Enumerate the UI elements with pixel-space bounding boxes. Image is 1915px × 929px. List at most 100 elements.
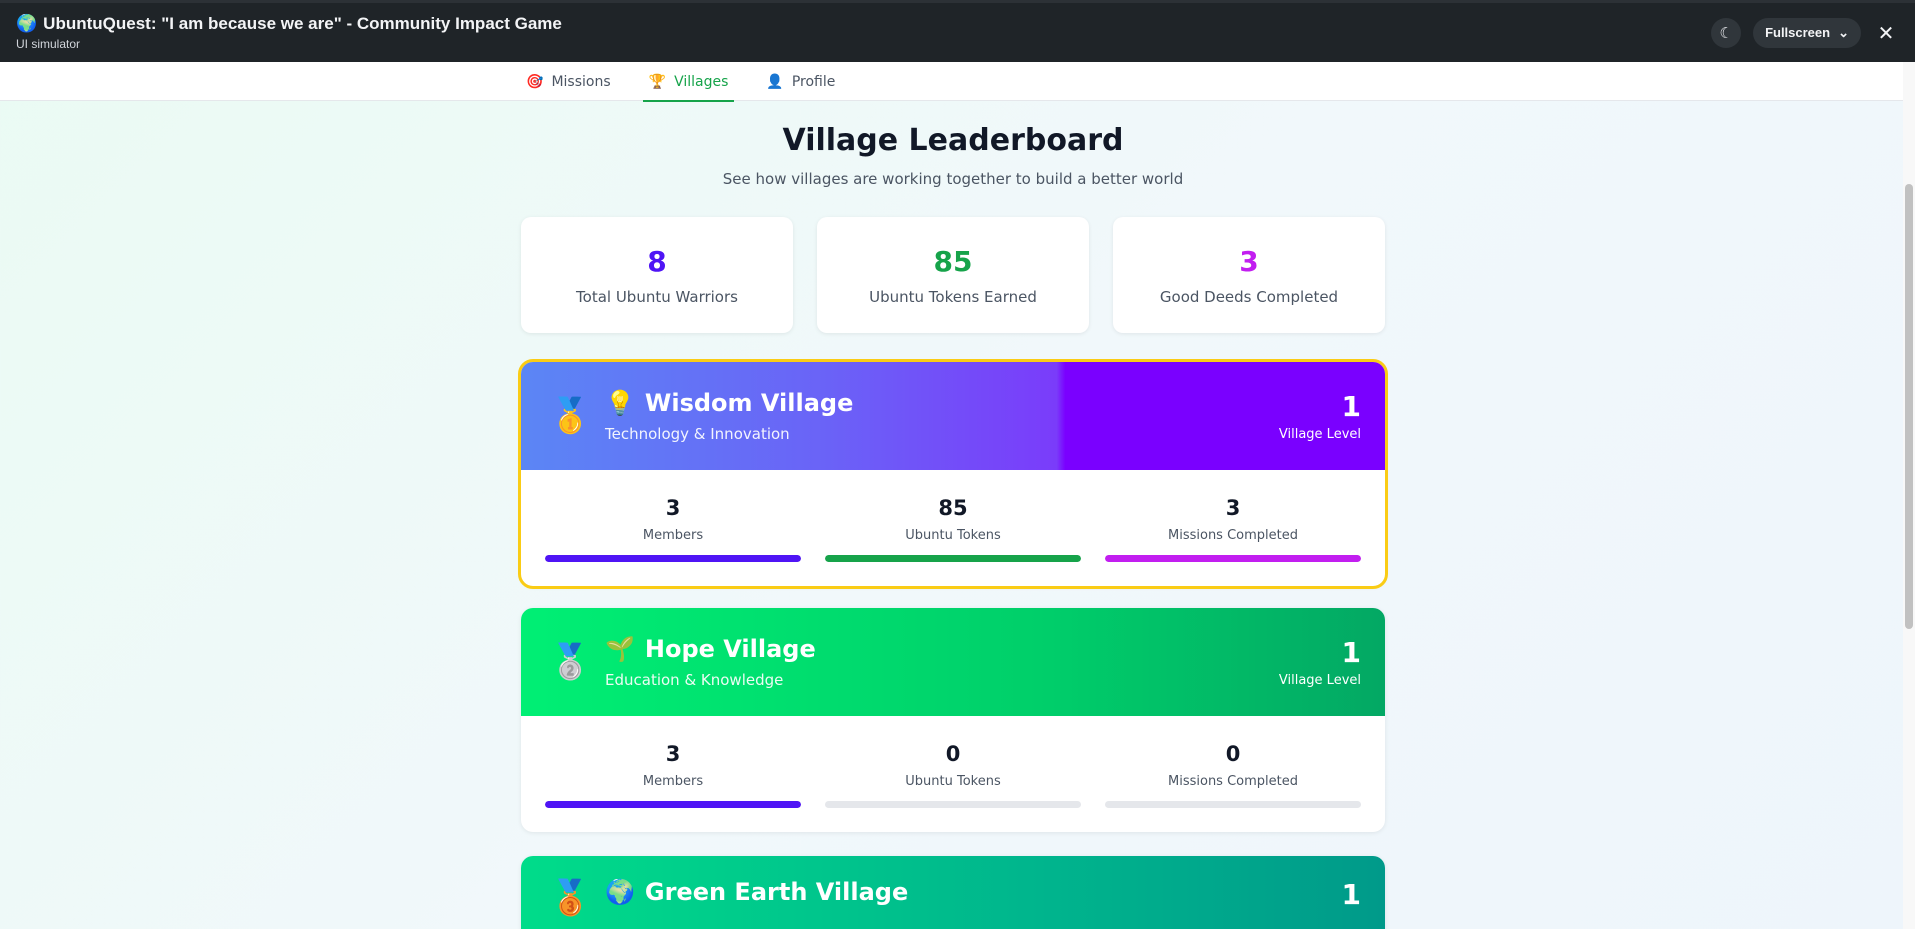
app-titles: 🌍 UbuntuQuest: "I am because we are" - C… (16, 14, 562, 51)
members-progress-fill (545, 555, 801, 562)
stat-label: Good Deeds Completed (1159, 287, 1339, 306)
village-name: Green Earth Village (644, 878, 909, 906)
village-members: 3 Members (545, 742, 801, 808)
village-info: 💡 Wisdom Village Technology & Innovation (605, 389, 853, 443)
missions-label: Missions Completed (1168, 774, 1298, 789)
seedling-icon: 🌱 (605, 635, 635, 663)
lightbulb-icon: 💡 (605, 389, 635, 417)
village-info: 🌱 Hope Village Education & Knowledge (605, 635, 816, 689)
tab-missions-label: Missions (551, 73, 611, 90)
village-name: Wisdom Village (644, 389, 854, 417)
members-label: Members (642, 774, 704, 789)
stat-label: Ubuntu Tokens Earned (869, 287, 1037, 306)
village-category: Technology & Innovation (605, 425, 790, 443)
tokens-value: 0 (945, 742, 961, 766)
village-stats: 3 Members 85 Ubuntu Tokens 3 Missions Co… (521, 470, 1385, 586)
tokens-progress-bar (825, 801, 1081, 808)
missions-value: 3 (1225, 496, 1241, 520)
village-card-hope[interactable]: 🥈 🌱 Hope Village Education & Knowledge 1… (521, 608, 1385, 832)
tab-profile[interactable]: 👤 Profile (760, 62, 841, 101)
village-level: 1 (1342, 878, 1361, 911)
target-icon: 🎯 (526, 73, 544, 90)
fullscreen-button[interactable]: Fullscreen ⌄ (1753, 17, 1861, 48)
nav-tabs: 🎯 Missions 🏆 Villages 👤 Profile (520, 62, 867, 102)
stat-value: 8 (647, 244, 667, 278)
theme-toggle-button[interactable]: ☾ (1711, 17, 1742, 48)
village-stats: 3 Members 0 Ubuntu Tokens 0 Missions Com… (521, 716, 1385, 832)
tokens-progress-bar (825, 555, 1081, 562)
missions-progress-bar (1105, 801, 1361, 808)
village-header: 🥇 💡 Wisdom Village Technology & Innovati… (521, 362, 1385, 470)
village-level-label: Village Level (1278, 427, 1361, 442)
tokens-label: Ubuntu Tokens (905, 528, 1001, 543)
village-header: 🥈 🌱 Hope Village Education & Knowledge 1… (521, 608, 1385, 716)
tab-villages-label: Villages (674, 73, 729, 90)
close-icon: ✕ (1877, 20, 1895, 45)
village-card-wisdom[interactable]: 🥇 💡 Wisdom Village Technology & Innovati… (518, 359, 1388, 589)
scrollbar-track[interactable] (1903, 62, 1915, 929)
village-tokens: 85 Ubuntu Tokens (825, 496, 1081, 562)
members-label: Members (642, 528, 704, 543)
members-value: 3 (665, 742, 681, 766)
missions-value: 0 (1225, 742, 1241, 766)
silver-medal-icon: 🥈 (549, 642, 592, 682)
tab-profile-label: Profile (791, 73, 836, 90)
trophy-icon: 🏆 (648, 73, 667, 90)
app-title: UbuntuQuest: "I am because we are" - Com… (43, 14, 562, 33)
moon-icon: ☾ (1719, 23, 1733, 42)
summary-stats: 8 Total Ubuntu Warriors 85 Ubuntu Tokens… (521, 217, 1385, 333)
stat-label: Total Ubuntu Warriors (576, 287, 738, 306)
app-bar: 🌍 UbuntuQuest: "I am because we are" - C… (0, 0, 1915, 62)
stat-value: 3 (1239, 244, 1259, 278)
village-name: Hope Village (644, 635, 816, 663)
village-name-row: 💡 Wisdom Village (605, 389, 853, 417)
village-tokens: 0 Ubuntu Tokens (825, 742, 1081, 808)
village-level: 1 Village Level (1279, 636, 1361, 688)
tab-villages[interactable]: 🏆 Villages (642, 62, 735, 102)
village-level-value: 1 (1341, 636, 1361, 669)
page-subtitle: See how villages are working together to… (722, 170, 1184, 188)
village-level-value: 1 (1341, 390, 1361, 423)
tokens-label: Ubuntu Tokens (905, 774, 1001, 789)
stat-card-tokens: 85 Ubuntu Tokens Earned (817, 217, 1089, 333)
user-icon: 👤 (766, 73, 784, 90)
fullscreen-label: Fullscreen (1765, 25, 1831, 40)
village-missions: 3 Missions Completed (1105, 496, 1361, 562)
app-bar-actions: ☾ Fullscreen ⌄ ✕ (1711, 17, 1899, 48)
app-title-row: 🌍 UbuntuQuest: "I am because we are" - C… (16, 14, 562, 34)
village-category: Education & Knowledge (605, 671, 784, 689)
members-progress-bar (545, 555, 801, 562)
missions-label: Missions Completed (1168, 528, 1298, 543)
stat-card-deeds: 3 Good Deeds Completed (1113, 217, 1385, 333)
chevron-down-icon: ⌄ (1838, 24, 1849, 40)
village-card-green-earth[interactable]: 🥉 🌍 Green Earth Village 1 (521, 856, 1385, 929)
tokens-value: 85 (938, 496, 968, 520)
stat-value: 85 (933, 244, 973, 278)
village-name-row: 🌍 Green Earth Village (605, 878, 908, 906)
village-level-label: Village Level (1278, 673, 1361, 688)
members-progress-fill (545, 801, 801, 808)
app-subtitle: UI simulator (16, 37, 81, 51)
missions-progress-bar (1105, 555, 1361, 562)
village-header: 🥉 🌍 Green Earth Village 1 (521, 856, 1385, 929)
page-title: Village Leaderboard (782, 123, 1124, 158)
globe-icon: 🌍 (16, 14, 38, 33)
close-button[interactable]: ✕ (1873, 21, 1899, 45)
village-info: 🌍 Green Earth Village (605, 878, 908, 906)
stat-card-warriors: 8 Total Ubuntu Warriors (521, 217, 793, 333)
members-value: 3 (665, 496, 681, 520)
scrollbar-thumb[interactable] (1905, 184, 1913, 629)
village-members: 3 Members (545, 496, 801, 562)
tokens-progress-fill (825, 555, 1081, 562)
nav-bar: 🎯 Missions 🏆 Villages 👤 Profile (0, 62, 1915, 102)
village-missions: 0 Missions Completed (1105, 742, 1361, 808)
members-progress-bar (545, 801, 801, 808)
main-content: Village Leaderboard See how villages are… (518, 101, 1388, 929)
missions-progress-fill (1105, 555, 1361, 562)
gold-medal-icon: 🥇 (549, 396, 592, 436)
bronze-medal-icon: 🥉 (549, 878, 592, 918)
village-level: 1 Village Level (1279, 390, 1361, 442)
globe-icon: 🌍 (605, 878, 635, 906)
village-level-value: 1 (1341, 878, 1361, 911)
tab-missions[interactable]: 🎯 Missions (520, 62, 617, 101)
